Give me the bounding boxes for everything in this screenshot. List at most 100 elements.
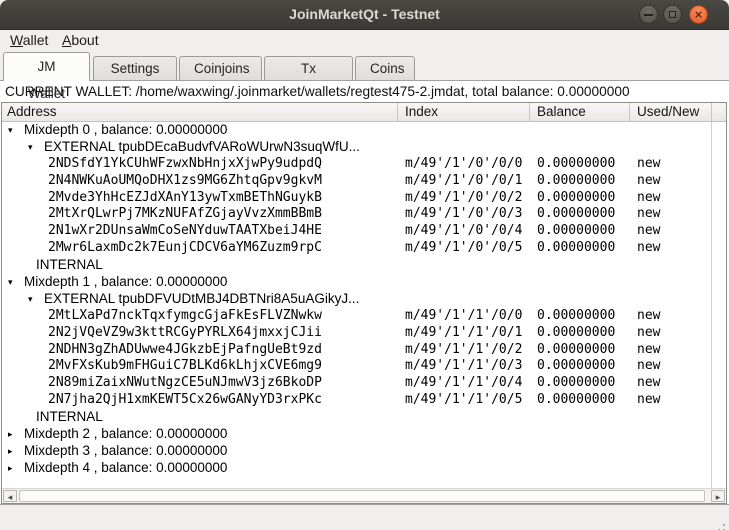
address-cell: 2N2jVQeVZ9w3kttRCGyPYRLX64jmxxjCJii — [48, 325, 322, 342]
address-cell: 2Mwr6LaxmDc2k7EunjCDCV6aYM6Zuzm9rpC — [48, 240, 322, 257]
mixdepth-label: Mixdepth 4 , balance: 0.00000000 — [24, 460, 227, 477]
balance-cell: 0.00000000 — [537, 358, 615, 375]
branch-label: EXTERNAL tpubDFVUDtMBJ4DBTNri8A5uAGikyJ.… — [44, 291, 359, 308]
close-button[interactable]: × — [689, 5, 708, 24]
collapsed-arrow-icon[interactable]: ▸ — [8, 443, 13, 460]
index-cell: m/49'/1'/1'/0/3 — [405, 358, 522, 375]
expanded-arrow-icon[interactable]: ▾ — [8, 122, 13, 139]
address-cell: 2N89miZaixNWutNgzCE5uNJmwV3jz6BkoDP — [48, 375, 322, 392]
address-cell: 2N7jha2QjH1xmKEWT5Cx26wGANyYD3rxPKc — [48, 392, 322, 409]
balance-cell: 0.00000000 — [537, 190, 615, 207]
address-row[interactable]: 2N7jha2QjH1xmKEWT5Cx26wGANyYD3rxPKc m/49… — [2, 392, 726, 409]
status-cell: new — [637, 325, 660, 342]
branch-label: EXTERNAL tpubDEcaBudvfVARoWUrwN3suqWfU..… — [44, 139, 360, 156]
index-cell: m/49'/1'/1'/0/1 — [405, 325, 522, 342]
balance-cell: 0.00000000 — [537, 206, 615, 223]
app-window: JoinMarketQt - Testnet × Wallet About JM… — [0, 0, 729, 530]
header-index[interactable]: Index — [398, 103, 530, 121]
balance-cell: 0.00000000 — [537, 308, 615, 325]
scroll-right-icon: ▸ — [716, 492, 721, 502]
expanded-arrow-icon[interactable]: ▾ — [8, 274, 13, 291]
tree-header: Address Index Balance Used/New — [2, 103, 726, 122]
tree-row-mixdepth-2[interactable]: ▸ Mixdepth 2 , balance: 0.00000000 — [2, 426, 726, 443]
collapsed-arrow-icon[interactable]: ▸ — [8, 426, 13, 443]
tree-row-branch[interactable]: ▾ EXTERNAL tpubDFVUDtMBJ4DBTNri8A5uAGiky… — [2, 291, 726, 308]
wallet-tree: Address Index Balance Used/New ▾ Mixdept… — [1, 102, 727, 504]
address-row[interactable]: 2Mvde3YhHcEZJdXAnY13ywTxmBEThNGuykB m/49… — [2, 190, 726, 207]
header-filler — [712, 103, 726, 121]
address-row[interactable]: 2N1wXr2DUnsaWmCoSeNYduwTAATXbeiJ4HE m/49… — [2, 223, 726, 240]
index-cell: m/49'/1'/0'/0/1 — [405, 173, 522, 190]
minimize-button[interactable] — [639, 5, 658, 24]
tree-row-internal[interactable]: INTERNAL — [2, 409, 726, 426]
tab-tx-history[interactable]: Tx History — [264, 56, 353, 80]
tab-jm-wallet[interactable]: JM Wallet — [3, 52, 90, 81]
status-cell: new — [637, 308, 660, 325]
expanded-arrow-icon[interactable]: ▾ — [28, 139, 33, 156]
tab-settings[interactable]: Settings — [93, 56, 177, 80]
column-gutter-line — [711, 122, 712, 488]
balance-cell: 0.00000000 — [537, 325, 615, 342]
branch-label: INTERNAL — [36, 409, 103, 426]
balance-cell: 0.00000000 — [537, 173, 615, 190]
index-cell: m/49'/1'/1'/0/0 — [405, 308, 522, 325]
tab-coins[interactable]: Coins — [355, 56, 415, 80]
index-cell: m/49'/1'/0'/0/0 — [405, 156, 522, 173]
menu-about[interactable]: About — [56, 30, 105, 52]
menu-wallet[interactable]: Wallet — [4, 30, 54, 52]
address-row[interactable]: 2NDHN3gZhADUwwe4JGkzbEjPafngUeBt9zd m/49… — [2, 342, 726, 359]
status-cell: new — [637, 375, 660, 392]
address-row[interactable]: 2N89miZaixNWutNgzCE5uNJmwV3jz6BkoDP m/49… — [2, 375, 726, 392]
index-cell: m/49'/1'/0'/0/2 — [405, 190, 522, 207]
tab-coinjoins[interactable]: Coinjoins — [179, 56, 262, 80]
address-row[interactable]: 2N4NWKuAoUMQoDHX1zs9MG6ZhtqGpv9gkvM m/49… — [2, 173, 726, 190]
address-cell: 2MvFXsKub9mFHGuiC7BLKd6kLhjxCVE6mg9 — [48, 358, 322, 375]
scroll-left-icon: ◂ — [8, 492, 13, 502]
tree-row-mixdepth-3[interactable]: ▸ Mixdepth 3 , balance: 0.00000000 — [2, 443, 726, 460]
address-row[interactable]: 2MtLXaPd7nckTqxfymgcGjaFkEsFLVZNwkw m/49… — [2, 308, 726, 325]
tree-row-mixdepth-0[interactable]: ▾ Mixdepth 0 , balance: 0.00000000 — [2, 122, 726, 139]
mixdepth-label: Mixdepth 0 , balance: 0.00000000 — [24, 122, 227, 139]
minimize-icon — [644, 14, 653, 16]
header-used-new[interactable]: Used/New — [630, 103, 712, 121]
index-cell: m/49'/1'/1'/0/5 — [405, 392, 522, 409]
address-row[interactable]: 2NDSfdY1YkCUhWFzwxNbHnjxXjwPy9udpdQ m/49… — [2, 156, 726, 173]
resize-grip[interactable] — [723, 524, 725, 526]
address-row[interactable]: 2Mwr6LaxmDc2k7EunjCDCV6aYM6Zuzm9rpC m/49… — [2, 240, 726, 257]
tree-row-internal[interactable]: INTERNAL — [2, 257, 726, 274]
titlebar[interactable]: JoinMarketQt - Testnet × — [0, 0, 729, 30]
tree-row-mixdepth-4[interactable]: ▸ Mixdepth 4 , balance: 0.00000000 — [2, 460, 726, 477]
status-cell: new — [637, 392, 660, 409]
close-icon: × — [690, 6, 707, 23]
address-cell: 2MtLXaPd7nckTqxfymgcGjaFkEsFLVZNwkw — [48, 308, 322, 325]
balance-cell: 0.00000000 — [537, 223, 615, 240]
address-cell: 2N4NWKuAoUMQoDHX1zs9MG6ZhtqGpv9gkvM — [48, 173, 322, 190]
tree-body: ▾ Mixdepth 0 , balance: 0.00000000 ▾ EXT… — [2, 122, 726, 488]
address-cell: 2Mvde3YhHcEZJdXAnY13ywTxmBEThNGuykB — [48, 190, 322, 207]
balance-cell: 0.00000000 — [537, 342, 615, 359]
scroll-left-button[interactable]: ◂ — [3, 490, 17, 502]
tree-row-mixdepth-1[interactable]: ▾ Mixdepth 1 , balance: 0.00000000 — [2, 274, 726, 291]
tree-row-branch[interactable]: ▾ EXTERNAL tpubDEcaBudvfVARoWUrwN3suqWfU… — [2, 139, 726, 156]
index-cell: m/49'/1'/0'/0/4 — [405, 223, 522, 240]
status-cell: new — [637, 156, 660, 173]
collapsed-arrow-icon[interactable]: ▸ — [8, 460, 13, 477]
header-balance[interactable]: Balance — [530, 103, 630, 121]
index-cell: m/49'/1'/1'/0/2 — [405, 342, 522, 359]
address-row[interactable]: 2N2jVQeVZ9w3kttRCGyPYRLX64jmxxjCJii m/49… — [2, 325, 726, 342]
address-row[interactable]: 2MvFXsKub9mFHGuiC7BLKd6kLhjxCVE6mg9 m/49… — [2, 358, 726, 375]
scroll-right-button[interactable]: ▸ — [711, 490, 725, 502]
expanded-arrow-icon[interactable]: ▾ — [28, 291, 33, 308]
index-cell: m/49'/1'/0'/0/5 — [405, 240, 522, 257]
horizontal-scrollbar[interactable]: ◂ ▸ — [2, 488, 726, 503]
scrollbar-thumb[interactable] — [19, 490, 705, 502]
tab-pane: CURRENT WALLET: /home/waxwing/.joinmarke… — [0, 80, 729, 505]
status-cell: new — [637, 190, 660, 207]
status-cell: new — [637, 342, 660, 359]
address-cell: 2NDHN3gZhADUwwe4JGkzbEjPafngUeBt9zd — [48, 342, 322, 359]
maximize-button[interactable] — [663, 5, 682, 24]
status-cell: new — [637, 223, 660, 240]
address-row[interactable]: 2MtXrQLwrPj7MKzNUFAfZGjayVvzXmmBBmB m/49… — [2, 206, 726, 223]
index-cell: m/49'/1'/1'/0/4 — [405, 375, 522, 392]
status-cell: new — [637, 240, 660, 257]
